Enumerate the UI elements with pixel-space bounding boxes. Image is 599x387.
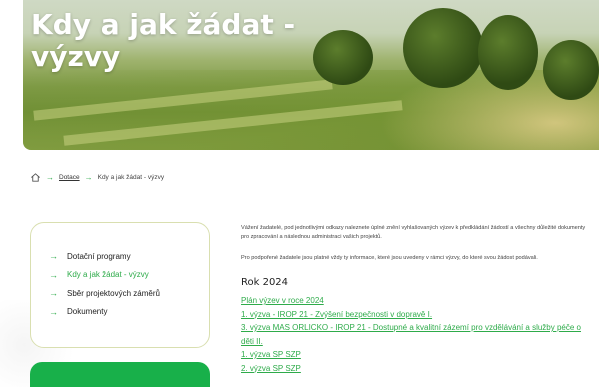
call-link[interactable]: 2. výzva SP SZP xyxy=(241,362,591,376)
sidebar-item-label: Dotační programy xyxy=(67,251,131,261)
page-title: Kdy a jak žádat - výzvy xyxy=(31,8,296,73)
year-heading: Rok 2024 xyxy=(241,277,289,288)
sidebar-item-dokumenty[interactable]: → Dokumenty xyxy=(49,303,209,322)
call-link[interactable]: 3. výzva MAS ORLICKO - IROP 21 - Dostupn… xyxy=(241,321,591,348)
breadcrumb-link-dotace[interactable]: Dotace xyxy=(59,174,80,181)
main-content: Vážení žadatelé, pod jednotlivými odkazy… xyxy=(241,224,591,375)
home-icon[interactable] xyxy=(30,172,41,183)
call-link[interactable]: 1. výzva SP SZP xyxy=(241,348,591,362)
hero-banner: Kdy a jak žádat - výzvy xyxy=(23,0,599,150)
breadcrumb-current: Kdy a jak žádat - výzvy xyxy=(97,173,165,181)
call-links-list: Plán výzev v roce 2024 1. výzva - IROP 2… xyxy=(241,294,591,375)
sidebar-item-dotacni-programy[interactable]: → Dotační programy xyxy=(49,247,209,266)
sidebar-item-label: Kdy a jak žádat - výzvy xyxy=(67,270,149,280)
breadcrumb-arrow-icon: → xyxy=(84,172,93,182)
hero-tree xyxy=(543,40,599,100)
sidebar-item-sber-zameru[interactable]: → Sběr projektových záměrů xyxy=(49,284,209,303)
sidebar-nav: → Dotační programy → Kdy a jak žádat - v… xyxy=(30,222,210,348)
breadcrumb-arrow-icon: → xyxy=(46,172,54,182)
call-link[interactable]: Plán výzev v roce 2024 xyxy=(241,294,591,308)
arrow-right-icon: → xyxy=(49,288,58,299)
hero-tree xyxy=(403,8,483,88)
note-text: Pro podpořené žadatele jsou platné vždy … xyxy=(241,255,538,261)
arrow-right-icon: → xyxy=(49,269,58,280)
sidebar-item-label: Sběr projektových záměrů xyxy=(67,288,160,298)
sidebar-item-kdy-a-jak-zadat[interactable]: → Kdy a jak žádat - výzvy xyxy=(49,266,209,285)
green-promo-box[interactable] xyxy=(30,362,210,387)
arrow-right-icon: → xyxy=(49,306,58,317)
sidebar-item-label: Dokumenty xyxy=(67,307,108,317)
arrow-right-icon: → xyxy=(49,251,58,262)
intro-text: Vážení žadatelé, pod jednotlivými odkazy… xyxy=(241,225,586,240)
call-link[interactable]: 1. výzva - IROP 21 - Zvýšení bezpečnosti… xyxy=(241,308,591,322)
hero-tree xyxy=(478,15,538,90)
breadcrumb: → Dotace → Kdy a jak žádat - výzvy xyxy=(30,170,164,184)
